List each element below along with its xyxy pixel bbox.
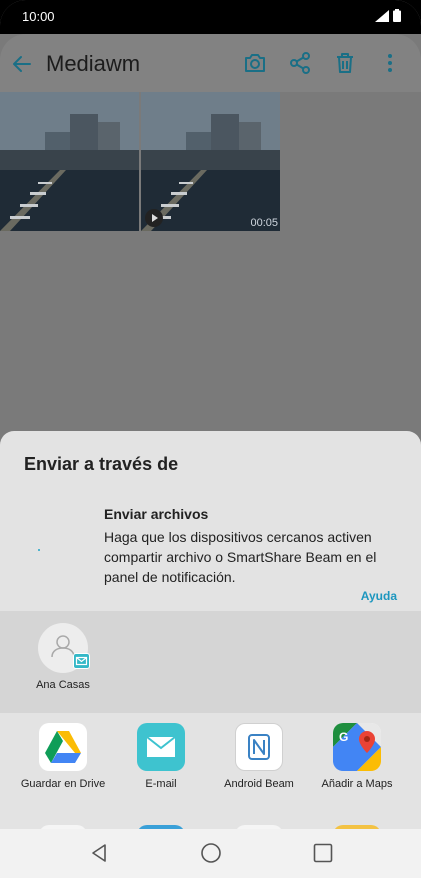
app-label: E-mail bbox=[145, 778, 177, 790]
app-item-drive[interactable]: Guardar en Drive bbox=[14, 723, 112, 790]
app-item-maps[interactable]: G Añadir a Maps bbox=[308, 723, 406, 790]
more-vert-icon[interactable] bbox=[378, 51, 402, 75]
display-notch bbox=[92, 0, 330, 34]
google-maps-icon: G bbox=[333, 723, 381, 771]
nearby-devices-indicator bbox=[38, 549, 40, 551]
play-icon bbox=[145, 209, 163, 227]
android-beam-icon bbox=[235, 723, 283, 771]
status-icons bbox=[375, 9, 401, 22]
share-icon[interactable] bbox=[288, 51, 312, 75]
battery-icon bbox=[393, 9, 401, 22]
video-thumbnail[interactable]: 00:05 bbox=[141, 92, 280, 231]
direct-share-row: Ana Casas bbox=[0, 611, 421, 713]
send-files-panel: Enviar archivos Haga que los dispositivo… bbox=[0, 493, 421, 611]
app-bar: Mediawm bbox=[0, 34, 421, 92]
app-label: Añadir a Maps bbox=[321, 778, 393, 790]
status-time: 10:00 bbox=[22, 9, 55, 24]
app-item-android-beam[interactable]: Android Beam bbox=[210, 723, 308, 790]
app-label: Android Beam bbox=[224, 778, 294, 790]
nav-back-icon[interactable] bbox=[87, 841, 111, 865]
signal-icon bbox=[375, 9, 389, 22]
google-drive-icon bbox=[39, 723, 87, 771]
nav-recents-icon[interactable] bbox=[311, 841, 335, 865]
email-badge-icon bbox=[73, 653, 90, 669]
page-title: Mediawm bbox=[46, 51, 141, 76]
svg-text:G: G bbox=[339, 730, 348, 744]
contact-name: Ana Casas bbox=[36, 679, 90, 691]
help-link[interactable]: Ayuda bbox=[361, 589, 397, 603]
app-item-email[interactable]: E-mail bbox=[112, 723, 210, 790]
send-files-title: Enviar archivos bbox=[104, 506, 209, 522]
app-label: Guardar en Drive bbox=[20, 778, 106, 790]
delete-icon[interactable] bbox=[333, 51, 357, 75]
media-grid: 00:05 bbox=[0, 92, 421, 232]
image-thumbnail[interactable] bbox=[0, 92, 139, 231]
video-duration: 00:05 bbox=[250, 217, 278, 229]
back-arrow-icon[interactable] bbox=[10, 52, 34, 76]
camera-icon[interactable] bbox=[243, 51, 267, 75]
sheet-title: Enviar a través de bbox=[24, 454, 179, 474]
share-sheet: Enviar a través de Enviar archivos Haga … bbox=[0, 431, 421, 829]
screen: 10:00 Mediawm 00:05 Enviar a través de E… bbox=[0, 0, 421, 878]
nav-home-icon[interactable] bbox=[199, 841, 223, 865]
app-share-grid: Guardar en Drive E-mail Android Beam G A… bbox=[0, 713, 421, 829]
email-icon bbox=[137, 723, 185, 771]
navigation-bar bbox=[0, 829, 421, 878]
send-files-description: Haga que los dispositivos cercanos activ… bbox=[104, 529, 377, 585]
